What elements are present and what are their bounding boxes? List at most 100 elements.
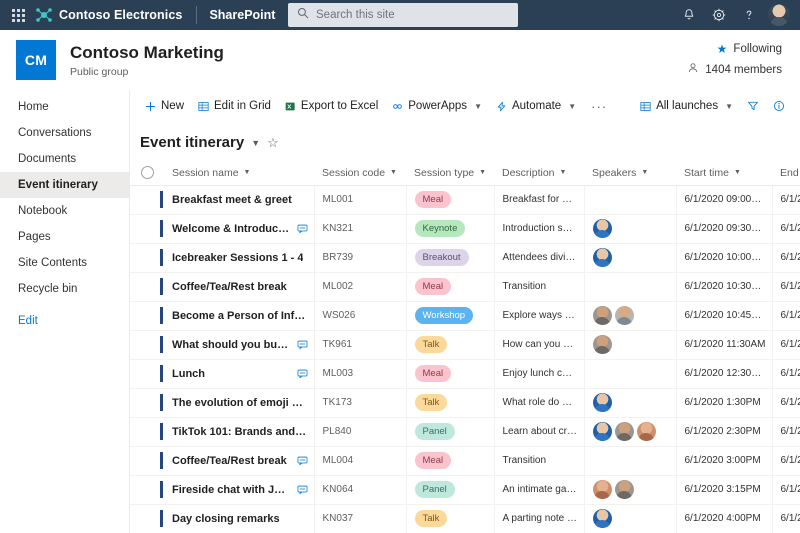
row-select-cell[interactable] (130, 243, 156, 273)
edit-in-grid-button[interactable]: Edit in Grid (191, 93, 278, 119)
sidebar-item-notebook[interactable]: Notebook (0, 198, 129, 224)
cell-session-name[interactable]: Coffee/Tea/Rest break (164, 272, 315, 302)
row-select-cell[interactable] (130, 504, 156, 533)
cell-session-name[interactable]: Lunch (164, 359, 315, 389)
table-row[interactable]: Lunch ML003 Meal Enjoy lunch catered b... 6/… (130, 359, 800, 389)
cell-start-time: 6/1/2020 10:30AM (676, 272, 773, 302)
cell-session-name[interactable]: Day closing remarks (164, 504, 315, 533)
row-select-cell[interactable] (130, 446, 156, 476)
speaker-avatar[interactable] (592, 335, 612, 354)
col-header-start-time[interactable]: Start time ▼ (676, 161, 772, 186)
row-select-cell[interactable] (130, 359, 156, 389)
sidebar-edit-link[interactable]: Edit (0, 308, 129, 334)
favorite-star-outline-icon[interactable]: ☆ (267, 135, 279, 151)
app-launcher-button[interactable] (0, 8, 36, 22)
comment-bubble-icon[interactable] (297, 223, 308, 234)
sidebar-item-home[interactable]: Home (0, 94, 129, 120)
search-input[interactable] (316, 9, 509, 21)
brand-link[interactable]: Contoso Electronics (36, 8, 194, 22)
speaker-avatar[interactable] (592, 306, 612, 325)
col-header-session-name[interactable]: Session name ▼ (164, 161, 314, 186)
cell-session-name[interactable]: The evolution of emoji usag... (164, 388, 315, 418)
powerapps-button[interactable]: PowerApps ▼ (385, 93, 489, 119)
app-name-sharepoint[interactable]: SharePoint (209, 8, 275, 22)
cell-session-name[interactable]: Become a Person of Influence (164, 301, 315, 331)
table-row[interactable]: Day closing remarks KN037 Talk A parting no… (130, 504, 800, 533)
members-button[interactable]: 1404 members (687, 62, 782, 77)
comment-bubble-icon[interactable] (297, 339, 308, 350)
cell-session-code: TK173 (314, 388, 407, 418)
export-to-excel-button[interactable]: Export to Excel (278, 93, 385, 119)
select-all-circle-icon[interactable] (141, 166, 154, 180)
row-select-cell[interactable] (130, 417, 156, 447)
automate-label: Automate (511, 100, 562, 112)
following-button[interactable]: ★ Following (717, 43, 782, 55)
automate-button[interactable]: Automate ▼ (489, 93, 583, 119)
settings-gear-icon[interactable] (705, 0, 733, 30)
table-row[interactable]: Icebreaker Sessions 1 - 4 BR739 Breakout At… (130, 243, 800, 273)
table-row[interactable]: Coffee/Tea/Rest break ML004 Meal Transition… (130, 446, 800, 476)
row-select-cell[interactable] (130, 388, 156, 418)
row-select-cell[interactable] (130, 272, 156, 302)
new-button[interactable]: New (138, 93, 191, 119)
table-row[interactable]: The evolution of emoji usag... TK173 Talk W… (130, 388, 800, 418)
list-title-chevron-down-icon[interactable]: ▼ (251, 138, 260, 148)
speaker-avatar[interactable] (592, 219, 612, 238)
session-name-text: Coffee/Tea/Rest break (172, 454, 287, 467)
speaker-avatar[interactable] (592, 393, 612, 412)
comment-bubble-icon[interactable] (297, 368, 308, 379)
session-type-pill: Talk (414, 393, 448, 412)
speaker-avatar[interactable] (592, 248, 612, 267)
sidebar-item-conversations[interactable]: Conversations (0, 120, 129, 146)
cell-session-name[interactable]: Fireside chat with Jason (164, 475, 315, 505)
speaker-avatar[interactable] (614, 480, 634, 499)
col-header-speakers[interactable]: Speakers ▼ (584, 161, 676, 186)
cell-session-name[interactable]: Breakfast meet & greet (164, 185, 315, 215)
col-header-session-type[interactable]: Session type ▼ (406, 161, 494, 186)
row-select-cell[interactable] (130, 185, 156, 215)
row-select-cell[interactable] (130, 330, 156, 360)
details-info-button[interactable] (766, 93, 792, 119)
more-commands-button[interactable]: ··· (583, 99, 615, 114)
sidebar-item-pages[interactable]: Pages (0, 224, 129, 250)
sidebar-item-event-itinerary[interactable]: Event itinerary (0, 172, 129, 198)
sidebar-item-documents[interactable]: Documents (0, 146, 129, 172)
speaker-avatar[interactable] (592, 422, 612, 441)
speaker-avatar[interactable] (614, 422, 634, 441)
col-header-session-code[interactable]: Session code ▼ (314, 161, 406, 186)
cell-session-name[interactable]: Coffee/Tea/Rest break (164, 446, 315, 476)
search-box[interactable] (288, 3, 518, 27)
view-selector-button[interactable]: All launches ▼ (633, 93, 740, 119)
table-row[interactable]: Become a Person of Influence WS026 Worksho… (130, 301, 800, 331)
table-row[interactable]: Welcome & Introduction KN321 Keynote Introd… (130, 214, 800, 244)
table-row[interactable]: What should you build next? TK961 Talk How … (130, 330, 800, 360)
cell-session-name[interactable]: Icebreaker Sessions 1 - 4 (164, 243, 315, 273)
speaker-avatar[interactable] (592, 509, 612, 528)
grid-icon (198, 101, 209, 112)
comment-bubble-icon[interactable] (297, 455, 308, 466)
speaker-avatar[interactable] (614, 306, 634, 325)
col-header-end-time[interactable]: End time (772, 161, 800, 186)
table-row[interactable]: Breakfast meet & greet ML001 Meal Breakfast… (130, 185, 800, 215)
cell-session-name[interactable]: Welcome & Introduction (164, 214, 315, 244)
user-avatar[interactable] (768, 4, 790, 26)
col-header-description[interactable]: Description ▼ (494, 161, 584, 186)
cell-session-name[interactable]: What should you build next? (164, 330, 315, 360)
notification-bell-icon[interactable] (675, 0, 703, 30)
speaker-avatar[interactable] (592, 480, 612, 499)
cell-session-name[interactable]: TikTok 101: Brands and Influe... (164, 417, 315, 447)
speaker-avatar[interactable] (636, 422, 656, 441)
help-question-icon[interactable] (735, 0, 763, 30)
row-select-cell[interactable] (130, 301, 156, 331)
select-all-header[interactable] (130, 161, 156, 186)
sidebar-item-site-contents[interactable]: Site Contents (0, 250, 129, 276)
row-select-cell[interactable] (130, 214, 156, 244)
sidebar-item-recycle-bin[interactable]: Recycle bin (0, 276, 129, 302)
comment-bubble-icon[interactable] (297, 484, 308, 495)
row-select-cell[interactable] (130, 475, 156, 505)
table-row[interactable]: Fireside chat with Jason KN064 Panel An int… (130, 475, 800, 505)
cell-description: An intimate gathering... (494, 475, 585, 505)
filter-button[interactable] (740, 93, 766, 119)
table-row[interactable]: Coffee/Tea/Rest break ML002 Meal Transition… (130, 272, 800, 302)
table-row[interactable]: TikTok 101: Brands and Influe... PL840 Pan… (130, 417, 800, 447)
